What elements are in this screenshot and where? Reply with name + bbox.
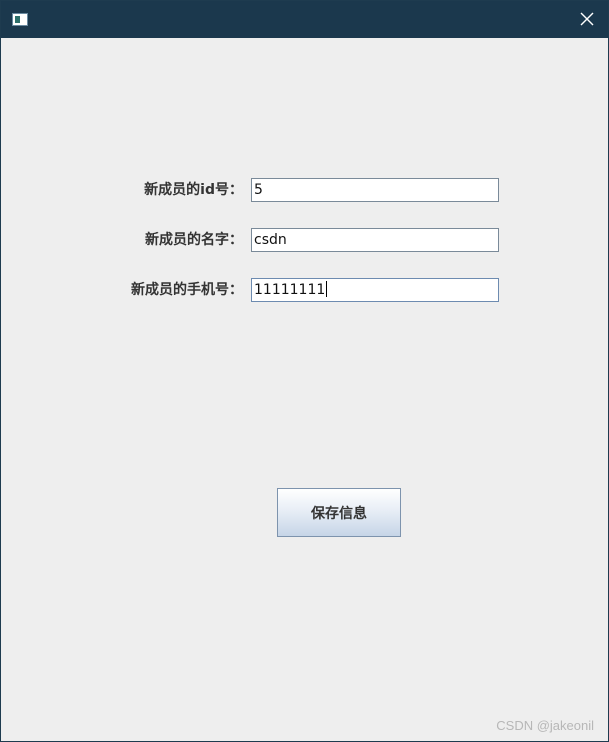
- id-label: 新成员的id号：: [144, 182, 243, 198]
- phone-input[interactable]: 11111111: [251, 278, 499, 302]
- id-input-value: 5: [254, 182, 263, 198]
- text-caret: [326, 281, 328, 297]
- save-info-button[interactable]: 保存信息: [277, 488, 401, 537]
- window-app-icon: [12, 13, 28, 26]
- close-icon: [580, 12, 594, 26]
- id-input[interactable]: 5: [251, 178, 499, 202]
- phone-input-value: 11111111: [254, 282, 326, 298]
- title-bar[interactable]: [1, 1, 608, 38]
- name-label: 新成员的名字：: [145, 232, 243, 248]
- phone-label: 新成员的手机号：: [131, 282, 243, 298]
- name-input-value: csdn: [254, 232, 287, 248]
- close-button[interactable]: [578, 10, 596, 28]
- app-window: 新成员的id号： 5 新成员的名字： csdn 新成员的手机号： 1111111…: [0, 0, 609, 742]
- form-panel: 新成员的id号： 5 新成员的名字： csdn 新成员的手机号： 1111111…: [1, 38, 608, 741]
- watermark-text: CSDN @jakeonil: [496, 718, 594, 733]
- name-input[interactable]: csdn: [251, 228, 499, 252]
